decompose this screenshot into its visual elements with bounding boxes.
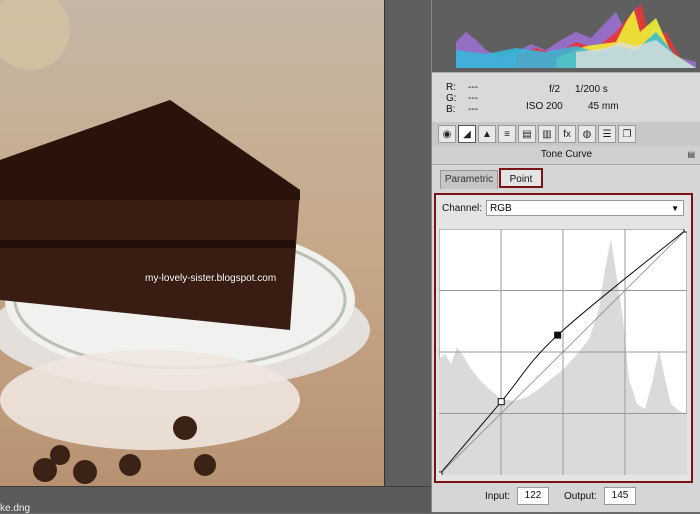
adjustment-panel: R: --- G: --- B: --- f/2 1/200 s ISO 200…: [431, 0, 700, 512]
fx-icon[interactable]: fx: [558, 125, 576, 143]
status-strip: [0, 486, 431, 513]
r-label: R:: [446, 82, 456, 93]
output-field[interactable]: 145: [604, 487, 636, 505]
watermark-text: my-lovely-sister.blogspot.com: [145, 273, 277, 284]
input-field[interactable]: 122: [517, 487, 549, 505]
image-info: R: --- G: --- B: --- f/2 1/200 s ISO 200…: [432, 72, 700, 124]
panel-menu-icon[interactable]: ▤: [687, 150, 695, 159]
channel-label: Channel:: [442, 203, 483, 214]
panel-tabs-toolbar: ◉ ◢ ▲ ≡ ▤ ▥ fx ◍ ☰ ❐: [432, 122, 700, 147]
curve-point[interactable]: [554, 331, 562, 339]
curve-point[interactable]: [683, 229, 687, 233]
input-label: Input:: [485, 491, 511, 502]
curve-graph[interactable]: [439, 229, 687, 475]
channel-value: RGB: [490, 203, 512, 214]
curve-point[interactable]: [439, 471, 443, 475]
point-curve-editor: Channel: RGB ▼: [434, 193, 693, 483]
hsl-icon[interactable]: ≡: [498, 125, 516, 143]
snapshots-icon[interactable]: ❐: [618, 125, 636, 143]
channel-select[interactable]: RGB ▼: [486, 200, 684, 216]
b-label: B:: [446, 104, 456, 115]
tab-point[interactable]: Point: [499, 168, 543, 188]
r-value: ---: [468, 82, 478, 93]
detail-icon[interactable]: ▲: [478, 125, 496, 143]
b-value: ---: [468, 104, 478, 115]
aperture-value: f/2: [549, 84, 561, 95]
lens-icon[interactable]: ▥: [538, 125, 556, 143]
histogram: [432, 0, 700, 72]
filename-label: ke.dng: [0, 503, 31, 514]
camera-calibration-icon[interactable]: ◍: [578, 125, 596, 143]
tab-parametric[interactable]: Parametric: [440, 170, 498, 189]
image-preview[interactable]: my-lovely-sister.blogspot.com: [0, 0, 385, 486]
chevron-down-icon: ▼: [671, 204, 679, 213]
output-label: Output:: [564, 491, 597, 502]
g-value: ---: [468, 93, 478, 104]
curve-point[interactable]: [497, 398, 505, 406]
cake-photo: [0, 0, 384, 486]
split-toning-icon[interactable]: ▤: [518, 125, 536, 143]
tone-curve-title: Tone Curve: [432, 146, 700, 165]
presets-icon[interactable]: ☰: [598, 125, 616, 143]
tone-curve-icon[interactable]: ◢: [458, 125, 476, 143]
histogram-graph: [456, 4, 696, 68]
focal-length-value: 45 mm: [588, 101, 619, 112]
input-output-row: Input: 122 Output: 145: [432, 484, 700, 512]
iso-value: ISO 200: [526, 101, 563, 112]
shutter-value: 1/200 s: [575, 84, 608, 95]
camera-icon[interactable]: ◉: [438, 125, 456, 143]
g-label: G:: [446, 93, 457, 104]
panel-gutter: [385, 0, 431, 512]
